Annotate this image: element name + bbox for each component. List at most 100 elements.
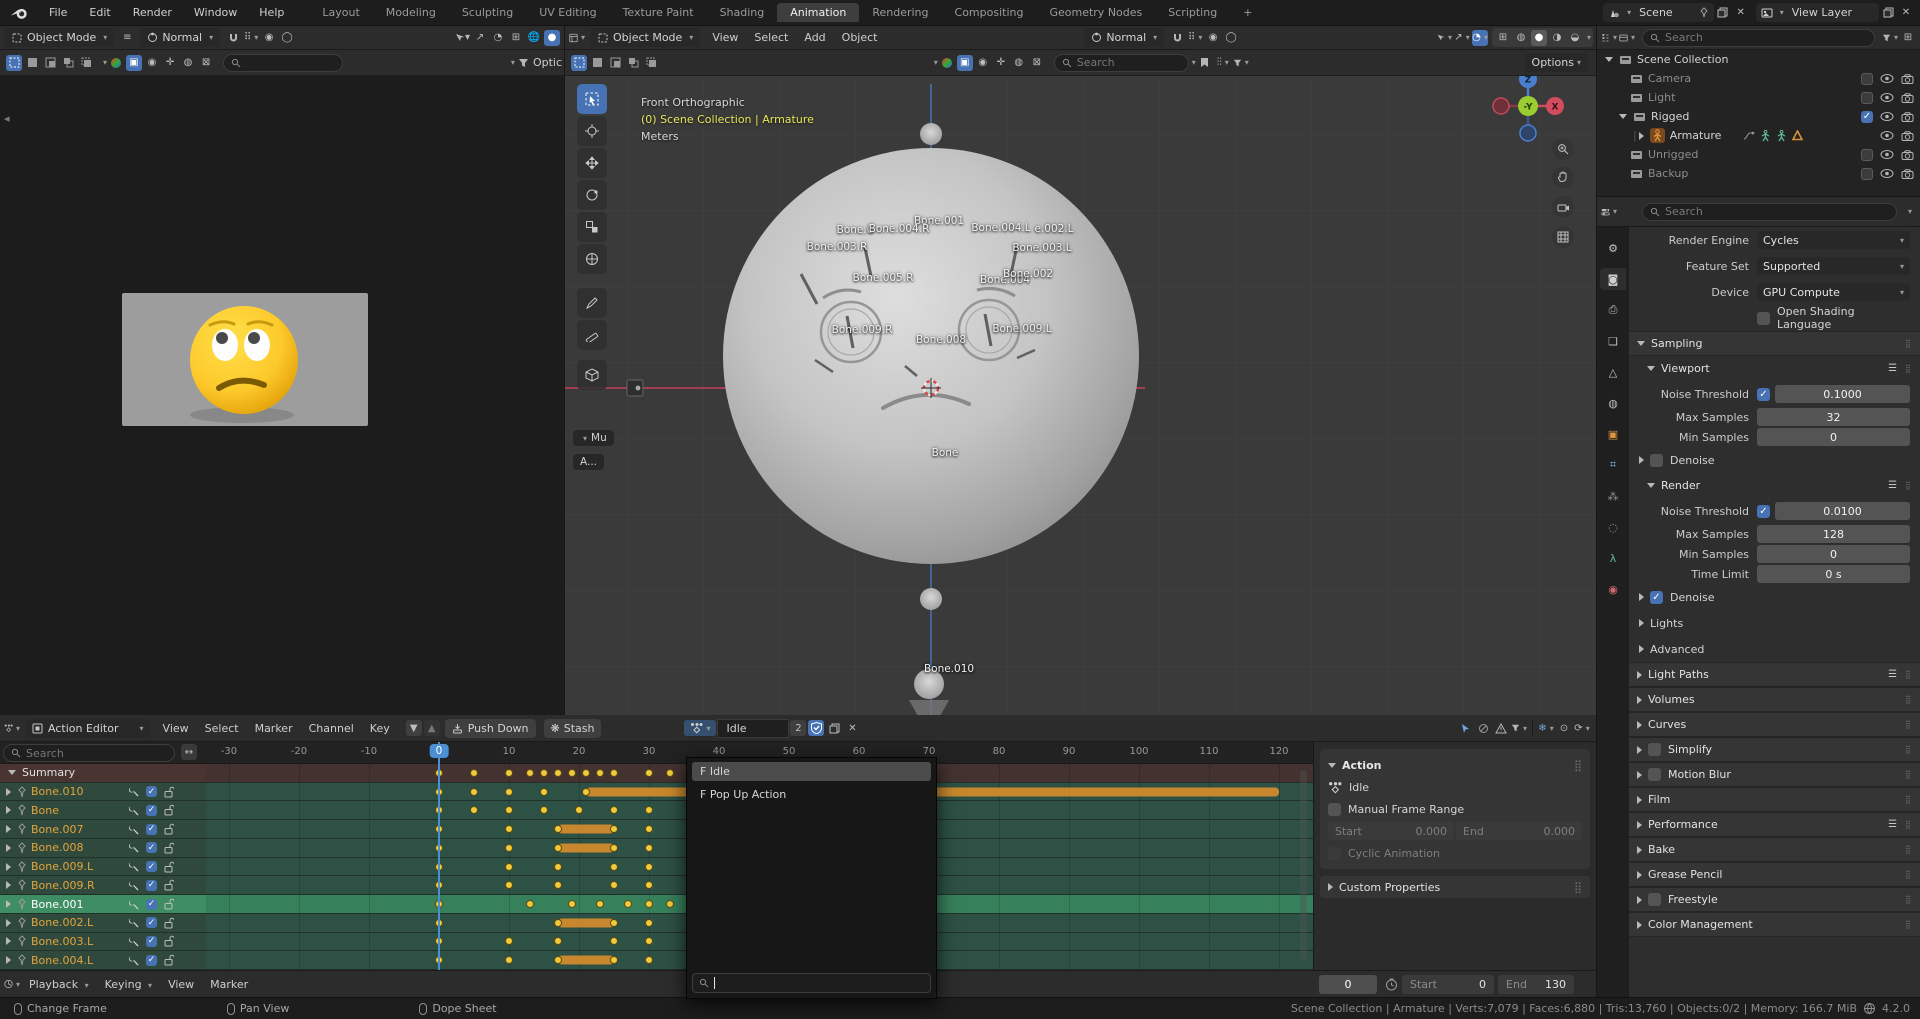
custom-properties-panel[interactable]: Custom Properties ⣿ — [1320, 876, 1590, 898]
orientation-dropdown[interactable]: Normal ▾ — [1084, 28, 1165, 47]
expand-icon[interactable] — [1638, 131, 1644, 140]
expand-search-icon[interactable]: ↔ — [181, 744, 197, 760]
unlink-scene-icon[interactable]: ✕ — [1733, 5, 1749, 21]
cyclic-animation-row[interactable]: Cyclic Animation — [1328, 842, 1582, 864]
keyframe[interactable] — [610, 937, 618, 946]
wrench-icon[interactable] — [127, 786, 142, 797]
keyframe[interactable] — [610, 806, 618, 815]
keyframe[interactable] — [526, 900, 534, 908]
lock-open-icon[interactable] — [161, 823, 176, 835]
workspace-tab-layout[interactable]: Layout — [309, 3, 372, 22]
dope-sheet-mode-dropdown[interactable]: Action Editor ▾ — [25, 718, 151, 738]
prop-subrow-advanced[interactable]: Advanced — [1629, 636, 1920, 662]
select-new-icon[interactable] — [6, 54, 22, 71]
select-invert-icon[interactable] — [60, 55, 76, 71]
keyframe[interactable] — [540, 787, 548, 796]
world-overlay-icon[interactable]: ◍ — [1011, 55, 1027, 71]
collection-visibility-icon[interactable]: ⫶⫶ ▾ — [1215, 55, 1231, 71]
bookmark-icon[interactable] — [1197, 55, 1213, 71]
shading-material-icon[interactable]: ● — [1531, 29, 1547, 46]
channel-row-bone-002-l[interactable]: Bone.002.L ✓ — [0, 913, 1490, 933]
keyframe[interactable] — [470, 787, 478, 796]
channel-name-area[interactable]: Bone ✓ — [0, 801, 206, 819]
keyframe[interactable] — [582, 768, 590, 777]
drag-grip-icon[interactable]: ⣿ — [1905, 339, 1912, 348]
show-errors-icon[interactable] — [1493, 720, 1509, 736]
wrench-icon[interactable] — [127, 955, 142, 966]
proportional-falloff-icon[interactable]: ◯ — [1223, 30, 1239, 46]
shading-settings-icon[interactable]: ◒ — [1567, 30, 1583, 46]
annotate-overlay-icon[interactable]: ✛ — [162, 55, 178, 71]
keyframe[interactable] — [610, 956, 618, 965]
keyframe[interactable] — [568, 768, 576, 777]
stash-button[interactable]: ❋ Stash — [543, 718, 602, 738]
keyframe[interactable] — [505, 843, 513, 852]
panel-film[interactable]: Film ⣿ — [1629, 787, 1920, 812]
tool-transform[interactable] — [577, 244, 607, 274]
keyframe[interactable] — [645, 881, 653, 890]
outliner-search[interactable]: Search — [1642, 28, 1875, 47]
viewport-menu-select[interactable]: Select — [746, 31, 796, 44]
keyframe[interactable] — [526, 768, 534, 777]
properties-search[interactable]: Search — [1642, 202, 1897, 221]
proportional-edit-icon[interactable]: ⊙ — [1556, 720, 1572, 736]
dope-menu-channel[interactable]: Channel — [301, 722, 362, 735]
expand-icon[interactable] — [6, 806, 11, 815]
action-name-field[interactable]: Idle — [717, 718, 790, 738]
xray-icon[interactable]: ◔ ▾ — [1472, 29, 1488, 46]
outliner-row-light[interactable]: Light — [1597, 88, 1920, 107]
keyframe[interactable] — [645, 956, 653, 965]
channel-name-area[interactable]: Bone.009.L ✓ — [0, 858, 206, 876]
dope-menu-marker[interactable]: Marker — [247, 722, 301, 735]
drag-grip-icon[interactable]: ⣿ — [1905, 364, 1912, 373]
keyframe[interactable] — [645, 806, 653, 815]
shading-rendered-icon[interactable]: ◑ — [1549, 30, 1565, 46]
mute-checkbox[interactable]: ✓ — [144, 786, 159, 798]
wrench-icon[interactable] — [127, 880, 142, 891]
tool-rotate[interactable] — [577, 180, 607, 210]
browse-action-icon[interactable]: ▾ — [684, 720, 717, 736]
checkbox-icon[interactable] — [1861, 91, 1873, 104]
overlay-toggle-icon[interactable]: ▣ — [126, 54, 143, 71]
tool-measure[interactable] — [577, 320, 607, 350]
channel-name-area[interactable]: Bone.004.L ✓ — [0, 951, 206, 969]
checkbox[interactable] — [1757, 311, 1770, 325]
keyframe[interactable] — [505, 806, 513, 815]
workspace-tab-animation[interactable]: Animation — [777, 3, 860, 22]
filter-icon[interactable]: ▾ — [1511, 720, 1527, 736]
drag-grip-icon[interactable]: ⣿ — [1905, 895, 1912, 904]
menu-window[interactable]: Window — [183, 6, 248, 19]
mode-dropdown[interactable]: Object Mode ▾ — [590, 28, 701, 47]
presets-icon[interactable]: ☰ — [1888, 819, 1897, 830]
mute-checkbox[interactable]: ✓ — [144, 898, 159, 910]
lock-open-icon[interactable] — [161, 804, 176, 816]
scene-selector[interactable]: ▾ Scene — [1603, 3, 1714, 22]
editor-type-icon[interactable]: ▾ — [1601, 30, 1617, 46]
mute-checkbox[interactable]: ✓ — [144, 879, 159, 891]
pin-icon[interactable] — [17, 917, 27, 929]
workspace-tab-modeling[interactable]: Modeling — [373, 3, 449, 22]
playhead[interactable]: 0 — [429, 742, 449, 970]
tool-scale[interactable] — [577, 212, 607, 242]
playbar-menu-playback[interactable]: Playback ▾ — [21, 978, 97, 991]
select-subtract-icon[interactable] — [42, 55, 58, 71]
xray-icon[interactable]: ◔ — [490, 30, 506, 46]
dropdown-search-field[interactable] — [692, 973, 931, 993]
drag-grip-icon[interactable]: ⣿ — [1905, 845, 1912, 854]
drag-grip-icon[interactable]: ⣿ — [1905, 720, 1912, 729]
checkbox[interactable] — [1648, 768, 1661, 781]
keyframe[interactable] — [666, 900, 674, 908]
camera-icon[interactable] — [1901, 92, 1914, 103]
mute-checkbox[interactable]: ✓ — [144, 804, 159, 816]
checkbox[interactable]: ✓ — [1757, 387, 1770, 401]
noise-threshold-field[interactable]: 0.1000 — [1775, 385, 1910, 403]
snap-keyframes-icon[interactable]: ❄ ▾ — [1538, 720, 1554, 736]
pin-icon[interactable] — [17, 785, 27, 798]
checkbox[interactable] — [1650, 453, 1663, 467]
panel-viewport[interactable]: Viewport ☰ ⣿ — [1629, 356, 1920, 381]
world-overlay-icon[interactable]: ◍ — [180, 55, 196, 71]
keyframe[interactable] — [645, 937, 653, 946]
keyframe[interactable] — [610, 862, 618, 871]
properties-tab-object-data[interactable]: λ — [1600, 547, 1626, 569]
min-samples-field[interactable]: 0 — [1757, 428, 1910, 446]
